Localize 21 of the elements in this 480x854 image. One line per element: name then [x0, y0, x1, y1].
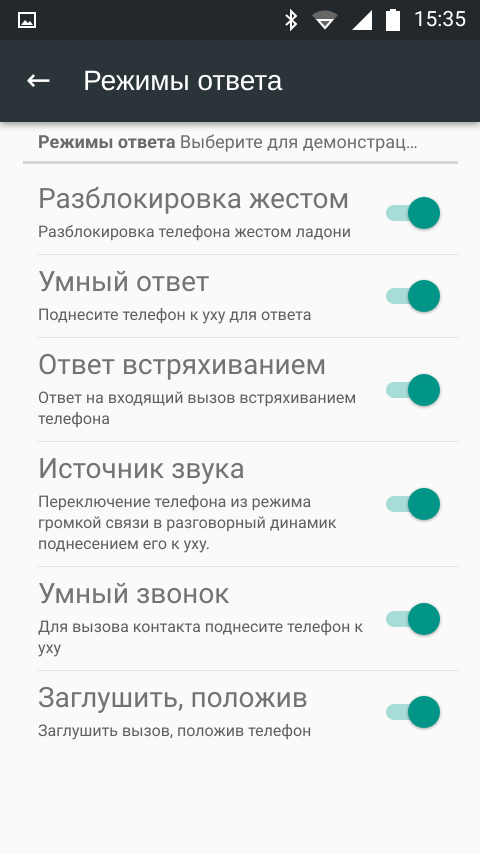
setting-title: Умный звонок	[38, 577, 230, 611]
setting-summary: Поднесите телефон к уху для ответа	[38, 304, 312, 325]
setting-summary: Разблокировка телефона жестом ладони	[38, 221, 352, 242]
wifi-icon	[312, 10, 338, 30]
signal-icon	[352, 10, 372, 30]
bluetooth-icon	[284, 9, 298, 31]
setting-title: Заглушить, положив	[38, 681, 309, 715]
setting-summary: Для вызова контакта поднесите телефон к уху	[38, 616, 364, 658]
back-button[interactable]: ←	[26, 66, 52, 96]
clock: 15:35	[414, 8, 466, 32]
setting-title: Источник звука	[38, 452, 246, 486]
battery-icon	[386, 9, 400, 31]
setting-summary: Переключение телефона из режима громкой связи в разговорный динамик поднесением его к уху.	[38, 491, 338, 554]
image-icon	[18, 12, 36, 28]
setting-summary: Заглушить вызов, положив телефон	[38, 720, 312, 741]
screen-title: Режимы ответа	[83, 65, 282, 97]
setting-title: Умный ответ	[38, 265, 210, 299]
header-text: Режимы ответа Выберите для демонстрац…	[38, 132, 419, 153]
setting-title: Ответ встряхиванием	[38, 348, 328, 382]
setting-title: Разблокировка жестом	[38, 182, 350, 216]
setting-summary: Ответ на входящий вызов встряхиванием телефона	[38, 387, 358, 429]
